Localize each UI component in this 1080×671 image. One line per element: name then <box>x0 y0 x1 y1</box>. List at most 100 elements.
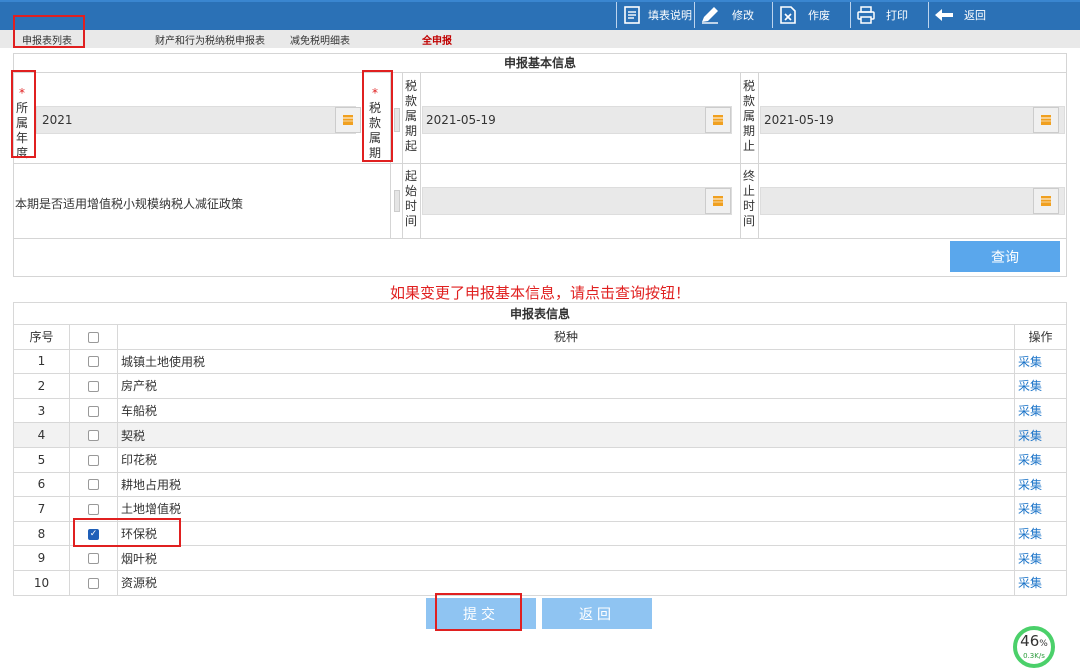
divider <box>402 73 403 238</box>
row-checkbox[interactable] <box>88 553 99 565</box>
toolbar-separator <box>772 2 773 28</box>
divider <box>420 73 421 238</box>
row-collect-link[interactable]: 采集 <box>1014 520 1067 547</box>
row-tax-name: 耕地占用税 <box>117 471 1015 498</box>
row-seq: 1 <box>13 348 70 375</box>
row-tax-name: 烟叶税 <box>117 545 1015 571</box>
row-collect-link[interactable]: 采集 <box>1014 373 1067 399</box>
row-checkbox[interactable] <box>88 430 99 442</box>
small-box <box>394 108 400 132</box>
calendar-icon[interactable] <box>1033 188 1059 214</box>
col-seq-header: 序号 <box>13 324 70 350</box>
void-button[interactable]: 作废 <box>778 4 830 26</box>
table-row: 5 印花税 采集 <box>13 446 1067 473</box>
tab-property-tax[interactable]: 财产和行为税纳税申报表 <box>155 32 265 47</box>
toolbar-separator <box>928 2 929 28</box>
table-row: 9 烟叶税 采集 <box>13 545 1067 571</box>
row-tax-name: 环保税 <box>117 520 1015 547</box>
row-check-cell <box>69 569 118 596</box>
table-title: 申报表信息 <box>13 302 1067 325</box>
row-collect-link[interactable]: 采集 <box>1014 348 1067 375</box>
print-button[interactable]: 打印 <box>856 4 908 26</box>
pencil-icon <box>700 5 720 25</box>
row-collect-link[interactable]: 采集 <box>1014 422 1067 448</box>
basic-info-title: 申报基本信息 <box>13 53 1067 73</box>
fill-help-button[interactable]: 填表说明 <box>622 4 692 26</box>
row-seq: 8 <box>13 520 70 547</box>
row-check-cell <box>69 397 118 424</box>
row-checkbox[interactable] <box>88 479 99 491</box>
row-tax-name: 土地增值税 <box>117 496 1015 522</box>
highlight-box <box>73 518 181 547</box>
row-checkbox[interactable] <box>88 356 99 368</box>
row-collect-link[interactable]: 采集 <box>1014 545 1067 571</box>
select-all-cell <box>69 324 118 350</box>
row-collect-link[interactable]: 采集 <box>1014 397 1067 424</box>
row-seq: 3 <box>13 397 70 424</box>
divider <box>13 238 1067 239</box>
edit-label: 修改 <box>732 9 754 22</box>
edit-button[interactable]: 修改 <box>700 4 754 26</box>
row-check-cell <box>69 373 118 399</box>
row-tax-name: 契税 <box>117 422 1015 448</box>
void-doc-icon <box>778 5 798 25</box>
fill-help-label: 填表说明 <box>648 9 692 22</box>
row-seq: 4 <box>13 422 70 448</box>
calendar-icon[interactable] <box>1033 107 1059 133</box>
row-collect-link[interactable]: 采集 <box>1014 496 1067 522</box>
print-label: 打印 <box>886 9 908 22</box>
row-check-cell <box>69 446 118 473</box>
query-button[interactable]: 查询 <box>950 241 1060 272</box>
end-time-label: 终止时间 <box>742 169 755 228</box>
row-checkbox[interactable] <box>88 577 99 589</box>
table-row: 10 资源税 采集 <box>13 569 1067 596</box>
row-checkbox[interactable] <box>88 380 99 392</box>
tab-full-declaration[interactable]: 全申报 <box>422 32 452 47</box>
col-tax-header: 税种 <box>117 324 1015 350</box>
row-seq: 10 <box>13 569 70 596</box>
row-collect-link[interactable]: 采集 <box>1014 446 1067 473</box>
row-seq: 2 <box>13 373 70 399</box>
back-toolbar-label: 返回 <box>964 9 986 22</box>
table-row: 6 耕地占用税 采集 <box>13 471 1067 498</box>
end-date-value: 2021-05-19 <box>764 113 834 127</box>
speed-rate: 0.3K/s <box>1023 652 1045 660</box>
toolbar-separator <box>616 2 617 28</box>
highlight-box <box>13 15 85 48</box>
row-checkbox[interactable] <box>88 503 99 515</box>
toolbar-separator <box>694 2 695 28</box>
row-checkbox[interactable] <box>88 454 99 466</box>
back-toolbar-button[interactable]: 返回 <box>934 4 986 26</box>
row-check-cell <box>69 545 118 571</box>
calendar-icon[interactable] <box>705 107 731 133</box>
table-row: 4 契税 采集 <box>13 422 1067 448</box>
year-input[interactable] <box>36 106 356 134</box>
select-all-checkbox[interactable] <box>88 331 99 343</box>
col-op-header: 操作 <box>1014 324 1067 350</box>
row-checkbox[interactable] <box>88 405 99 417</box>
row-tax-name: 资源税 <box>117 569 1015 596</box>
tab-reduction-detail[interactable]: 减免税明细表 <box>290 32 350 47</box>
row-check-cell <box>69 422 118 448</box>
table-row: 3 车船税 采集 <box>13 397 1067 424</box>
divider <box>13 163 1067 164</box>
toolbar-separator <box>850 2 851 28</box>
start-time-input[interactable] <box>422 187 732 215</box>
printer-icon <box>856 5 876 25</box>
calendar-icon[interactable] <box>335 107 361 133</box>
row-collect-link[interactable]: 采集 <box>1014 471 1067 498</box>
row-collect-link[interactable]: 采集 <box>1014 569 1067 596</box>
calendar-icon[interactable] <box>705 188 731 214</box>
end-time-input[interactable] <box>760 187 1065 215</box>
policy-select[interactable] <box>394 190 400 212</box>
top-toolbar <box>0 0 1080 30</box>
back-arrow-icon <box>934 5 954 25</box>
basic-info-panel <box>13 53 1067 277</box>
back-button[interactable]: 返回 <box>542 598 652 629</box>
row-tax-name: 印花税 <box>117 446 1015 473</box>
row-seq: 9 <box>13 545 70 571</box>
highlight-box <box>362 70 393 162</box>
speed-unit: % <box>1039 639 1048 649</box>
highlight-box <box>435 593 522 631</box>
row-check-cell <box>69 471 118 498</box>
